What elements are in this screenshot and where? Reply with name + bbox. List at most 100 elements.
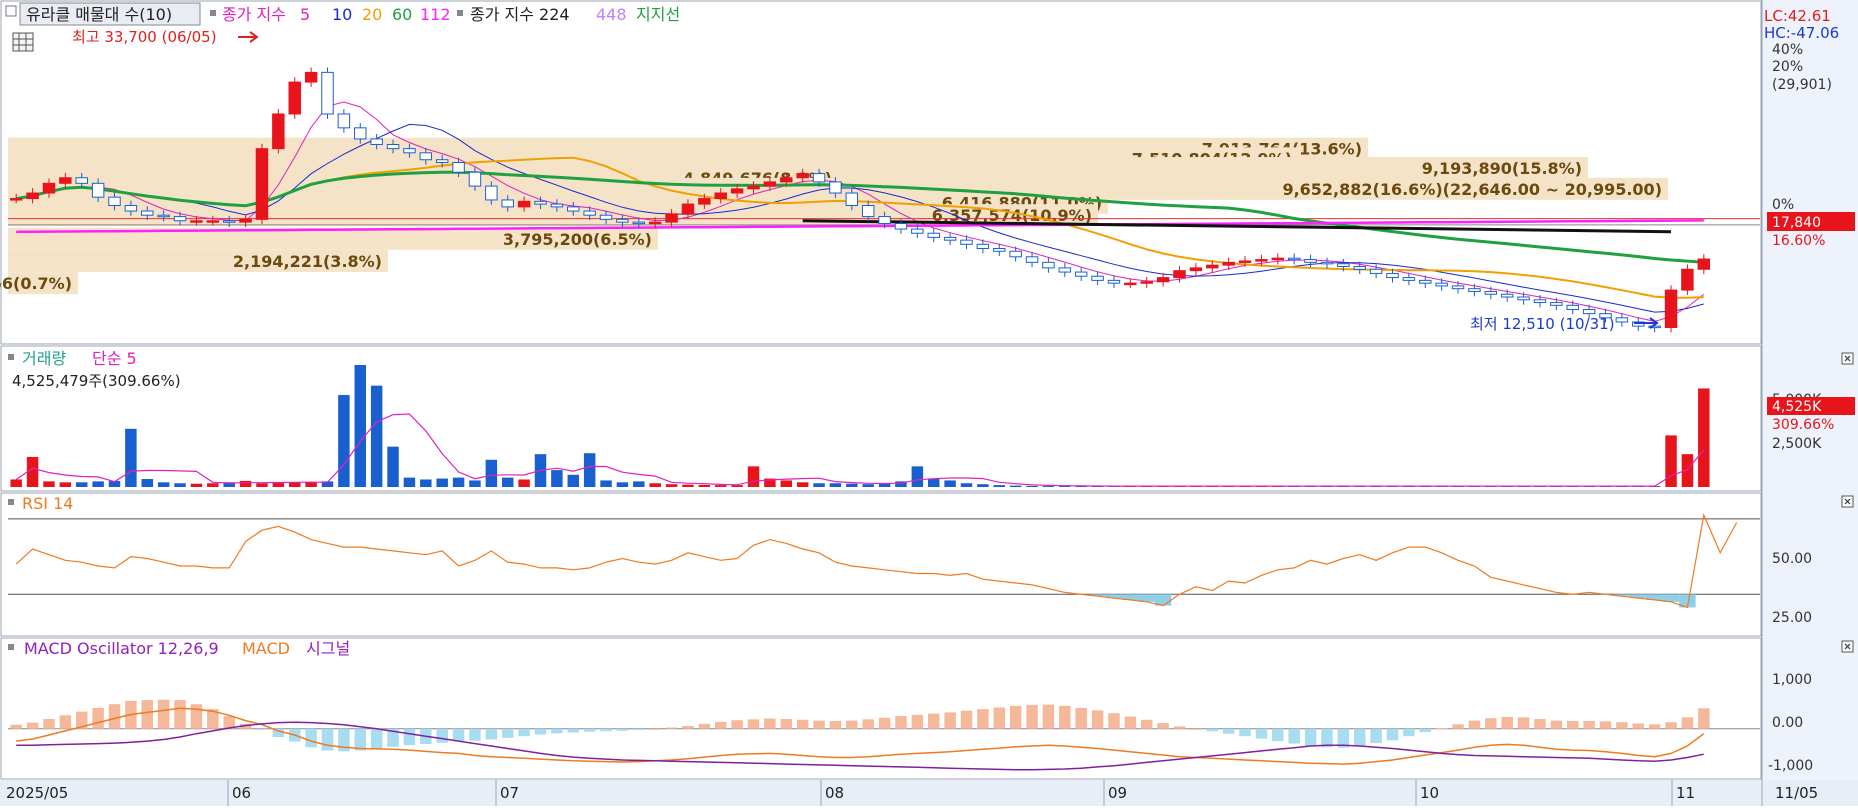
candle bbox=[583, 210, 596, 216]
candle bbox=[157, 214, 170, 218]
profile-label: 2,194,221(3.8%) bbox=[233, 252, 382, 271]
macd-osc-bar bbox=[649, 728, 661, 730]
volume-bar bbox=[1042, 486, 1055, 487]
macd-osc-bar bbox=[1009, 705, 1022, 729]
candle bbox=[255, 148, 269, 220]
macd-osc-bar bbox=[1517, 717, 1530, 729]
volume-bar bbox=[10, 479, 22, 487]
candle bbox=[1517, 296, 1530, 301]
candle bbox=[780, 177, 793, 183]
candle bbox=[1468, 288, 1481, 292]
macd-osc-bar bbox=[1157, 723, 1169, 729]
overlay-toggle-icon[interactable] bbox=[5, 5, 17, 17]
macd-osc-bar bbox=[911, 714, 924, 729]
volume-bar bbox=[403, 477, 416, 487]
volume-bar bbox=[190, 483, 203, 487]
volume-bar bbox=[207, 483, 219, 487]
volume-bar bbox=[714, 485, 727, 487]
macd-osc-bar bbox=[960, 710, 973, 729]
macd-osc-bar bbox=[141, 700, 154, 729]
volume-axis-2500: 2,500K bbox=[1772, 436, 1822, 452]
volume-bar bbox=[26, 456, 39, 487]
candle bbox=[1500, 293, 1514, 298]
macd-osc-bar bbox=[518, 728, 530, 737]
grid-table-icon[interactable] bbox=[12, 32, 34, 52]
macd-osc-bar bbox=[1698, 708, 1710, 729]
volume-bar bbox=[174, 483, 186, 487]
candle bbox=[1337, 263, 1350, 268]
candle bbox=[861, 204, 875, 218]
volume-value: 4,525,479주(309.66%) bbox=[12, 372, 181, 390]
candle bbox=[845, 192, 859, 206]
macd-osc-bar bbox=[633, 728, 645, 731]
volume-ma-label: 단순 5 bbox=[92, 349, 137, 368]
time-label-2025-05: 2025/05 bbox=[6, 784, 68, 802]
reference-price: (29,901) bbox=[1772, 77, 1832, 93]
candle bbox=[616, 218, 629, 223]
candle bbox=[272, 113, 285, 150]
volume-bar bbox=[43, 481, 55, 487]
macd-osc-bar bbox=[1468, 720, 1481, 729]
volume-bar bbox=[977, 484, 989, 487]
macd-osc-bar bbox=[1304, 728, 1317, 747]
candle bbox=[1320, 261, 1334, 265]
candle bbox=[1402, 277, 1416, 281]
macd-osc-bar bbox=[256, 728, 268, 730]
volume-bar bbox=[993, 485, 1006, 487]
candle bbox=[1451, 285, 1465, 290]
macd-osc-bar bbox=[436, 728, 448, 743]
volume-bar bbox=[256, 483, 268, 487]
profile-label: 420,056(0.7%) bbox=[0, 274, 72, 293]
macd-osc-bar bbox=[501, 728, 514, 738]
volume-title: 거래량 bbox=[22, 349, 66, 368]
macd-osc-bar bbox=[403, 728, 416, 746]
macd-osc-bar bbox=[26, 722, 39, 729]
volume-bar bbox=[698, 484, 711, 487]
macd-osc-bar bbox=[1091, 710, 1104, 729]
volume-bar bbox=[92, 481, 104, 487]
macd-osc-bar bbox=[1550, 720, 1563, 729]
candle bbox=[943, 236, 957, 241]
macd-osc-bar bbox=[1665, 722, 1677, 729]
overlay-label: 유라클 매물대 수(10) bbox=[26, 5, 172, 24]
volume-bar bbox=[452, 477, 465, 487]
candle bbox=[1435, 282, 1448, 287]
chart-canvas[interactable]: 7,913,764(13.6%)7,510,804(12.9%)9,193,89… bbox=[0, 0, 1858, 806]
macd-osc-bar bbox=[796, 719, 809, 729]
candle bbox=[1697, 258, 1711, 270]
candle bbox=[1255, 259, 1268, 262]
macd-osc-bar bbox=[92, 707, 104, 729]
lc-value: LC:42.61 bbox=[1764, 7, 1831, 25]
ma-label: 종가 지수 bbox=[222, 5, 286, 24]
support-line-label: 지지선 bbox=[636, 5, 680, 24]
volume-bar bbox=[813, 483, 825, 487]
volume-bar bbox=[682, 484, 694, 487]
macd-osc-bar bbox=[731, 720, 743, 729]
macd-osc-bar bbox=[780, 718, 793, 729]
volume-bar bbox=[59, 482, 72, 487]
macd-osc-bar bbox=[682, 725, 694, 729]
low-marker-label: 최저 12,510 (10/31) bbox=[1470, 315, 1615, 333]
candle bbox=[1107, 279, 1121, 284]
volume-bar bbox=[1665, 435, 1677, 487]
high-marker-label: 최고 33,700 (06/05) bbox=[72, 28, 217, 46]
volume-bar bbox=[633, 481, 645, 487]
candle bbox=[91, 182, 105, 198]
volume-bar bbox=[125, 428, 137, 487]
macd-osc-bar bbox=[895, 716, 907, 729]
ma-period-5: 5 bbox=[300, 5, 310, 24]
candle bbox=[1206, 264, 1219, 269]
candle bbox=[468, 171, 482, 187]
time-label-right: 11/05 bbox=[1775, 784, 1818, 802]
macd-osc-bar bbox=[1353, 728, 1366, 747]
macd-osc-bar bbox=[305, 728, 317, 748]
candle bbox=[681, 203, 695, 215]
volume-bar bbox=[436, 478, 448, 487]
long-ma-448: 448 bbox=[596, 5, 627, 24]
ma-legend-icon bbox=[210, 10, 216, 16]
volume-bar bbox=[665, 484, 678, 487]
macd-osc-bar bbox=[1075, 707, 1087, 729]
candle bbox=[386, 143, 400, 150]
macd-osc-bar bbox=[1501, 716, 1513, 729]
macd-osc-bar bbox=[1173, 726, 1186, 729]
